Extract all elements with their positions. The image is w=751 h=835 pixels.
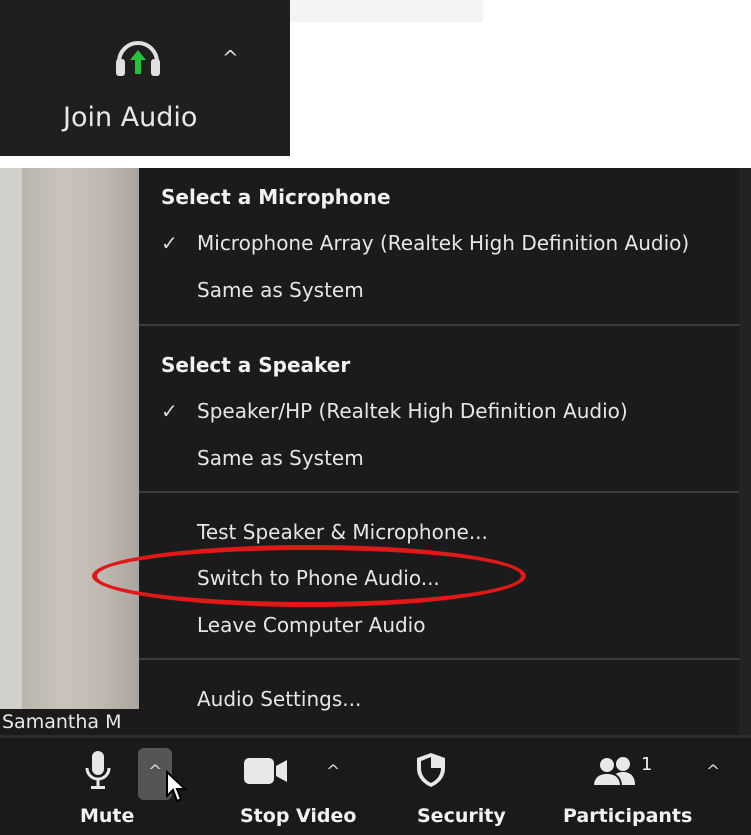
switch-to-phone-audio-item[interactable]: Switch to Phone Audio... [197, 566, 440, 590]
audio-menu: Select a Microphone ✓ Microphone Array (R… [139, 168, 739, 735]
video-caret-icon[interactable]: ^ [326, 762, 340, 782]
speaker-option-hp[interactable]: ✓ Speaker/HP (Realtek High Definition Aud… [161, 399, 628, 423]
microphone-icon[interactable] [84, 750, 112, 794]
test-speaker-microphone-item[interactable]: Test Speaker & Microphone... [197, 520, 488, 544]
toolbar-top-border [0, 735, 751, 738]
check-icon: ✓ [161, 231, 178, 255]
microphone-option-same-as-system[interactable]: Same as System [197, 278, 364, 302]
participant-name-label: Samantha M [0, 709, 142, 735]
microphone-option-array[interactable]: ✓ Microphone Array (Realtek High Definiti… [161, 231, 689, 255]
menu-divider [139, 324, 739, 326]
security-button-label[interactable]: Security [417, 805, 506, 827]
stop-video-button-label[interactable]: Stop Video [240, 805, 356, 827]
participants-caret-icon[interactable]: ^ [706, 762, 720, 782]
mouse-cursor-icon [165, 769, 188, 804]
select-microphone-heading: Select a Microphone [161, 185, 391, 209]
select-speaker-heading: Select a Speaker [161, 353, 351, 377]
leave-computer-audio-item[interactable]: Leave Computer Audio [197, 613, 425, 637]
speaker-option-same-as-system[interactable]: Same as System [197, 446, 364, 470]
menu-divider [139, 491, 739, 493]
microphone-option-label: Microphone Array (Realtek High Definitio… [197, 231, 690, 255]
check-icon: ✓ [161, 399, 178, 423]
participant-count-badge: 1 [641, 754, 653, 775]
join-audio-panel: ^ Join Audio [0, 0, 290, 156]
menu-divider [139, 658, 739, 660]
shield-icon[interactable] [414, 751, 448, 793]
top-strip [290, 0, 483, 22]
participants-button-label[interactable]: Participants [563, 805, 692, 827]
mute-button-label[interactable]: Mute [80, 805, 134, 827]
join-audio-label[interactable]: Join Audio [63, 102, 197, 133]
join-audio-caret[interactable]: ^ [222, 48, 239, 68]
mute-caret-icon[interactable]: ^ [148, 762, 162, 782]
headphones-up-arrow-icon[interactable] [113, 32, 163, 78]
audio-settings-item[interactable]: Audio Settings... [197, 687, 361, 711]
video-edge [0, 168, 22, 735]
participants-icon[interactable] [591, 756, 637, 790]
speaker-option-label: Speaker/HP (Realtek High Definition Audi… [197, 399, 628, 423]
video-camera-icon[interactable] [243, 756, 289, 790]
participant-video [22, 168, 140, 709]
